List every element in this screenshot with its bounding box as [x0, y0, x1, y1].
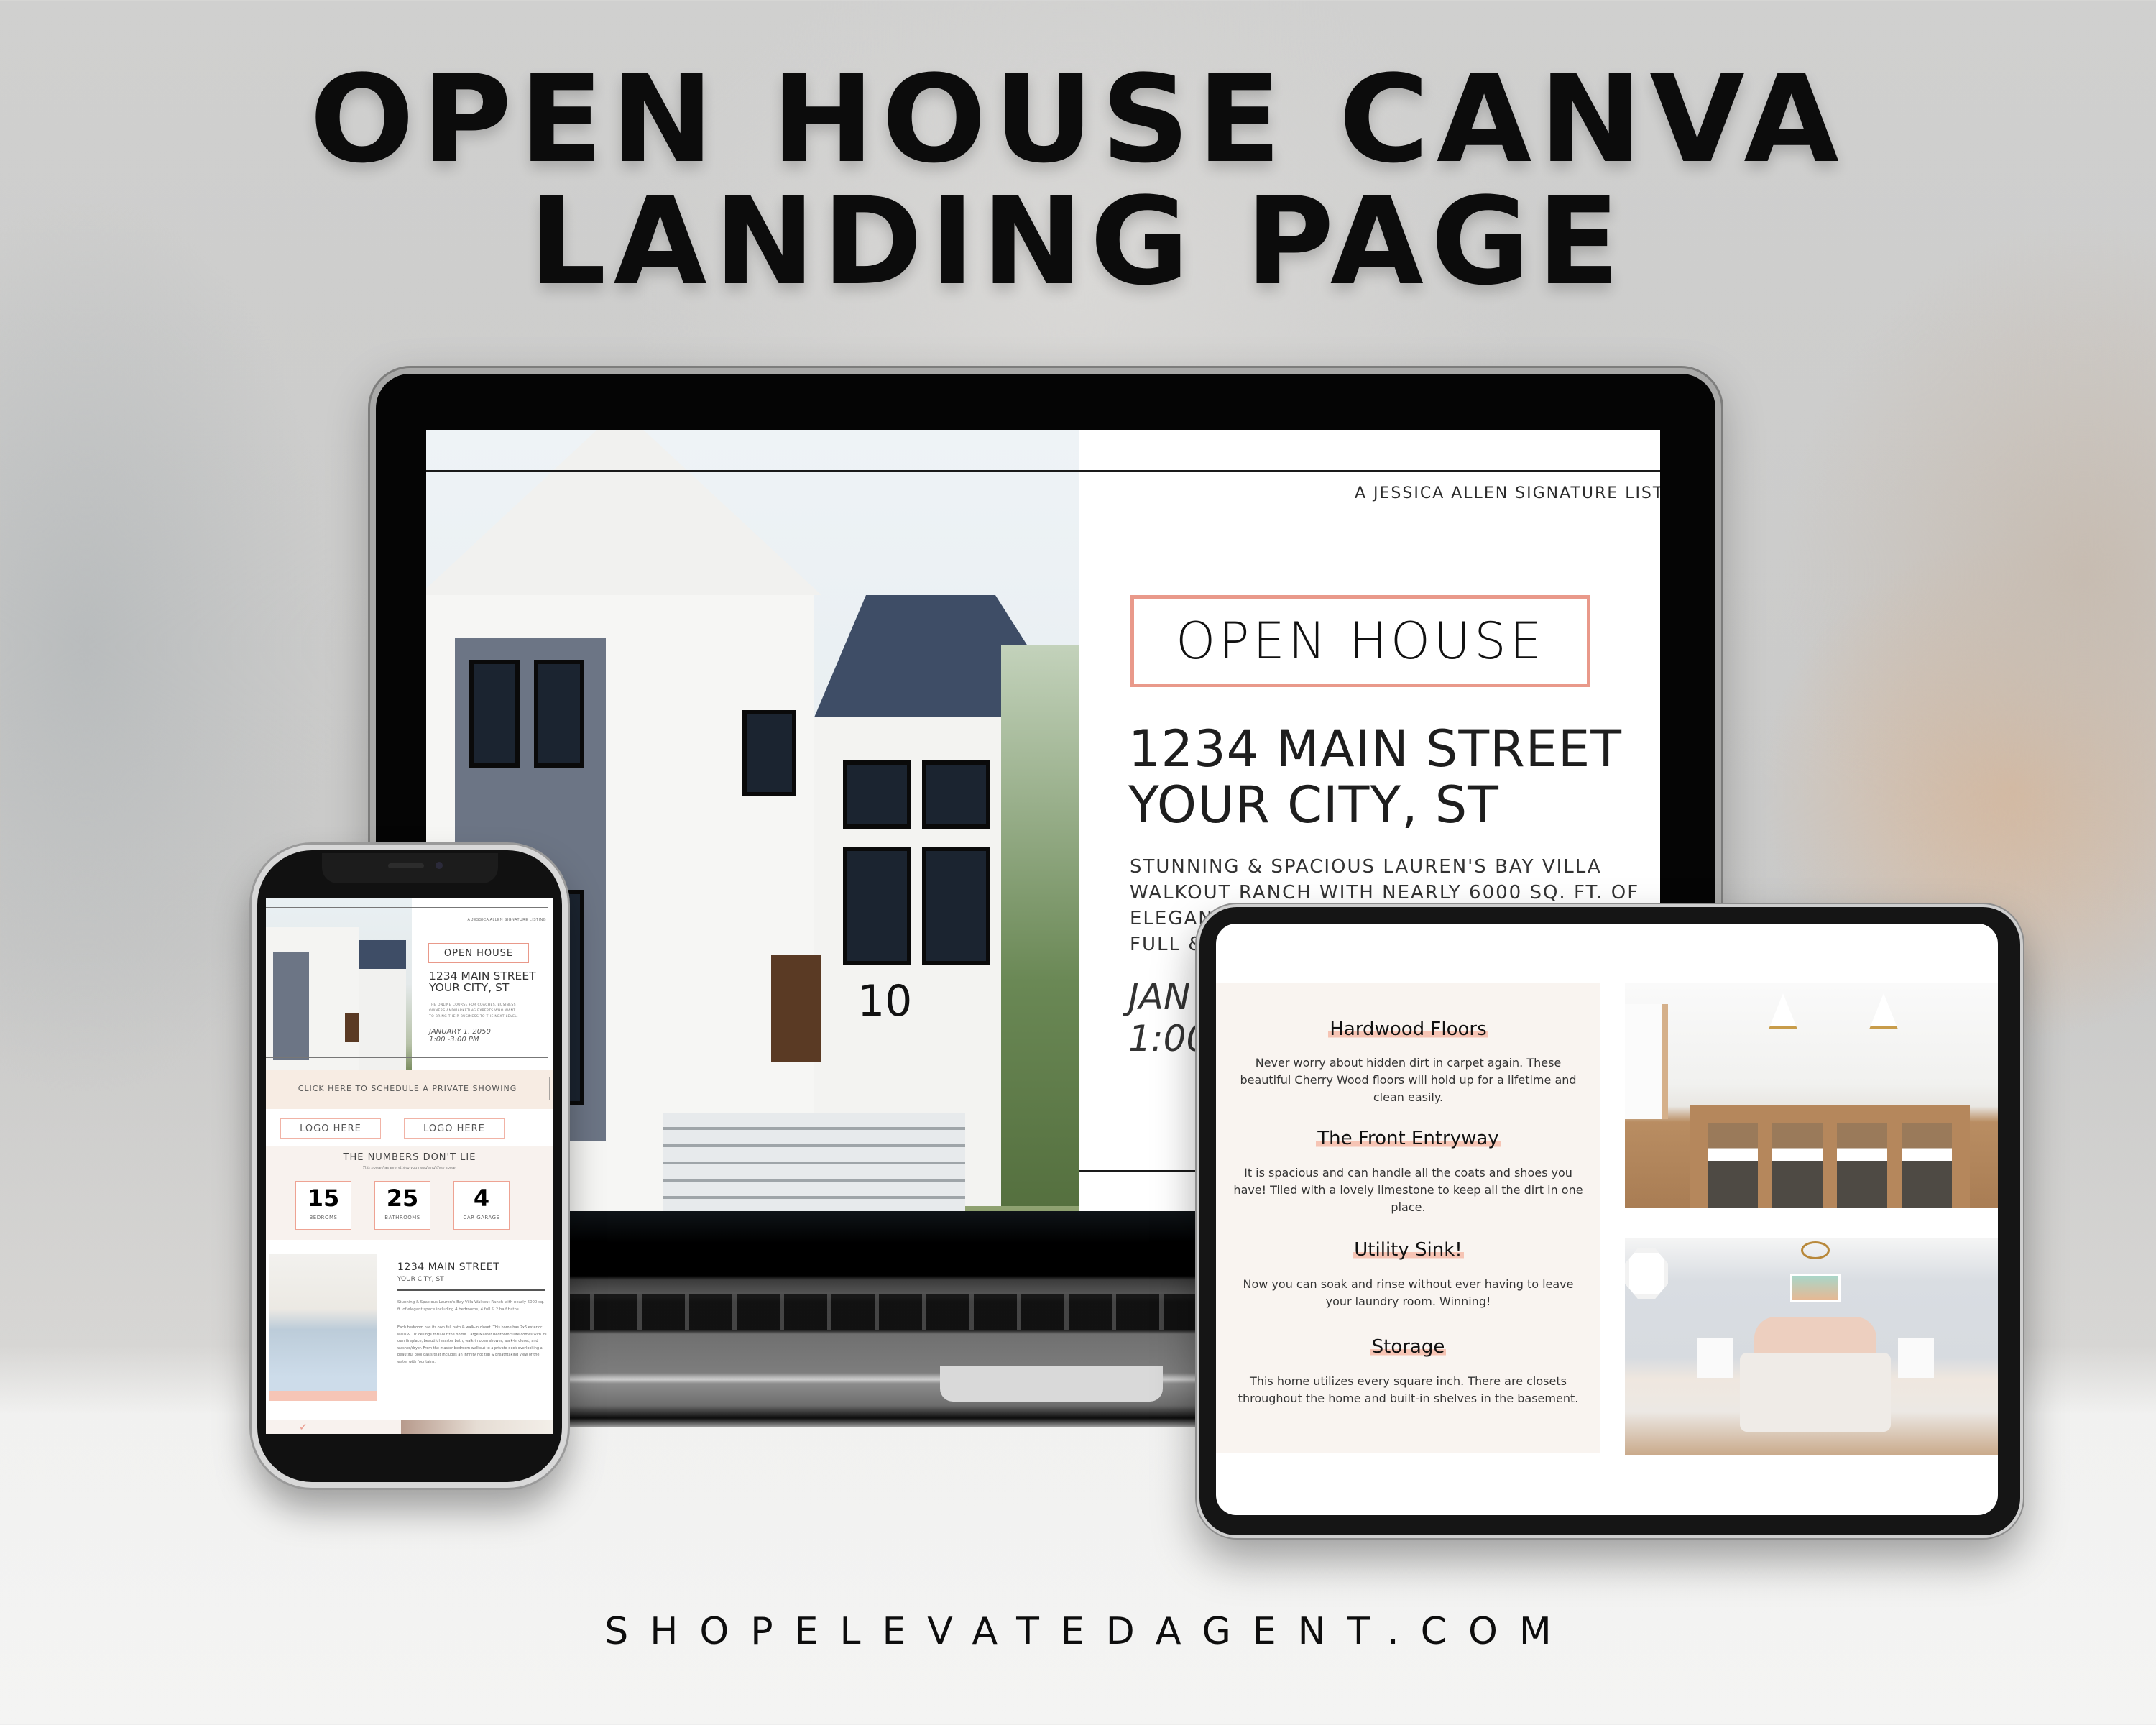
- house-window: [843, 847, 911, 965]
- house-stairs: [663, 1113, 965, 1211]
- address-line-1: 1234 MAIN STREET: [1128, 719, 1622, 778]
- numbers-subtitle: This home has everything you need and th…: [362, 1166, 457, 1170]
- top-rule: [426, 470, 1660, 472]
- kitchen-photo: [270, 1254, 377, 1391]
- camera-icon: [436, 862, 443, 869]
- date-line: JANUARY 1, 2050: [429, 1028, 491, 1036]
- open-house-label: OPEN HOUSE: [443, 947, 514, 959]
- interior-photo: [401, 1420, 553, 1434]
- lid-notch: [940, 1366, 1163, 1402]
- open-house-date: JANUARY 1, 2050 1:00 -3:00 PM: [429, 1028, 491, 1044]
- house-window: [922, 847, 990, 965]
- logo-label: LOGO HERE: [423, 1123, 485, 1134]
- features-panel: Hardwood Floors Never worry about hidden…: [1216, 983, 1600, 1453]
- tablet-screen: Hardwood Floors Never worry about hidden…: [1216, 924, 1998, 1515]
- description-line: OWNERS ANDMARKETING EXPERTS WHO WANT: [429, 1009, 516, 1013]
- wall-art: [1790, 1274, 1841, 1302]
- feature-body: Now you can soak and rinse without ever …: [1243, 1277, 1574, 1308]
- feature-paragraph: Stunning & Spacious Lauren's Bay Villa W…: [397, 1300, 545, 1312]
- signature-listing: A JESSICA ALLEN SIGNATURE LISTING: [467, 918, 546, 922]
- pantry-cabinet: [1625, 1004, 1668, 1119]
- description-line: TO BRING THEIR BUSINESS TO THE NEXT LEVE…: [429, 1015, 518, 1018]
- property-address: 1234 MAIN STREET YOUR CITY, ST: [429, 970, 536, 993]
- description-line: STUNNING & SPACIOUS LAUREN'S BAY VILLA: [1130, 856, 1602, 878]
- property-description: THE ONLINE COURSE FOR COACHES, BUSINESS …: [429, 1003, 518, 1020]
- stat-card: 25 BATHROOMS: [374, 1181, 430, 1230]
- next-section-preview: ✓: [266, 1420, 553, 1434]
- octagon-window: [1625, 1248, 1668, 1299]
- stat-label: BEDROMS: [309, 1215, 338, 1220]
- feature-divider: [397, 1289, 545, 1291]
- property-address: 1234 MAIN STREET YOUR CITY, ST: [1128, 721, 1622, 833]
- store-url[interactable]: SHOPELEVATEDAGENT.COM: [0, 1610, 2156, 1653]
- trees: [1001, 645, 1079, 1206]
- open-house-badge: OPEN HOUSE: [428, 943, 529, 963]
- bed: [1740, 1353, 1891, 1432]
- nightstand: [1898, 1338, 1934, 1378]
- feature-city: YOUR CITY, ST: [397, 1276, 444, 1283]
- signature-listing: A JESSICA ALLEN SIGNATURE LISTI: [1355, 484, 1660, 502]
- house-window: [469, 660, 520, 768]
- cta-section: CLICK HERE TO SCHEDULE A PRIVATE SHOWING: [266, 1070, 553, 1109]
- bedroom-photo: [1625, 1238, 1998, 1455]
- headline-line-2: LANDING PAGE: [529, 171, 1627, 312]
- house-number: 10: [857, 976, 913, 1026]
- feature-section: 1234 MAIN STREET YOUR CITY, ST Stunning …: [266, 1240, 553, 1420]
- house-window: [534, 660, 584, 768]
- house-window: [742, 710, 796, 796]
- phone-screen: A JESSICA ALLEN SIGNATURE LISTING OPEN H…: [266, 898, 553, 1434]
- phone-hero: A JESSICA ALLEN SIGNATURE LISTING OPEN H…: [266, 898, 553, 1070]
- bar-stool: [1837, 1123, 1887, 1208]
- phone-notch: [322, 853, 498, 883]
- feature-body: This home utilizes every square inch. Th…: [1238, 1374, 1579, 1405]
- feature-title: The Front Entryway: [1316, 1128, 1501, 1149]
- kitchen-photo: [1625, 983, 1998, 1208]
- logo-placeholder: LOGO HERE: [280, 1118, 381, 1138]
- stat-label: CAR GARAGE: [463, 1215, 500, 1220]
- stat-card: 15 BEDROMS: [295, 1181, 351, 1230]
- feature-body: Never worry about hidden dirt in carpet …: [1240, 1056, 1577, 1104]
- time-line: 1:00 -3:00 PM: [429, 1036, 479, 1044]
- numbers-title: THE NUMBERS DON'T LIE: [343, 1152, 476, 1163]
- description-line: THE ONLINE COURSE FOR COACHES, BUSINESS: [429, 1003, 516, 1007]
- address-line-1: 1234 MAIN STREET: [429, 970, 536, 983]
- feature-paragraph: Each bedroom has its own full bath & wal…: [397, 1325, 547, 1364]
- feature-title: Storage: [1370, 1336, 1447, 1358]
- feature-title: Hardwood Floors: [1328, 1018, 1488, 1040]
- stat-value: 15: [307, 1184, 340, 1212]
- nightstand: [1697, 1338, 1733, 1378]
- description-line: WALKOUT RANCH WITH NEARLY 6000 SQ. FT. O…: [1130, 882, 1640, 903]
- feature-title: Utility Sink!: [1353, 1239, 1464, 1261]
- numbers-section: THE NUMBERS DON'T LIE This home has ever…: [266, 1146, 553, 1240]
- feature-body: It is spacious and can handle all the co…: [1233, 1166, 1583, 1214]
- pendant-light: [1869, 993, 1898, 1029]
- feature-address: 1234 MAIN STREET: [397, 1261, 500, 1273]
- speaker-icon: [388, 863, 424, 868]
- logo-placeholder: LOGO HERE: [404, 1118, 505, 1138]
- stat-card: 4 CAR GARAGE: [453, 1181, 510, 1230]
- house-window: [922, 760, 990, 829]
- schedule-showing-button[interactable]: CLICK HERE TO SCHEDULE A PRIVATE SHOWING: [266, 1077, 550, 1100]
- bar-stool: [1772, 1123, 1823, 1208]
- stat-value: 4: [473, 1184, 490, 1212]
- house-door: [771, 954, 821, 1062]
- logo-label: LOGO HERE: [300, 1123, 361, 1134]
- house-gable: [426, 430, 821, 595]
- house-window: [843, 760, 911, 829]
- headline-line-1: OPEN HOUSE CANVA: [309, 49, 1847, 190]
- stat-value: 25: [386, 1184, 419, 1212]
- schedule-showing-label: CLICK HERE TO SCHEDULE A PRIVATE SHOWING: [298, 1084, 517, 1093]
- check-circle-icon: ✓: [299, 1421, 308, 1432]
- chandelier: [1801, 1241, 1830, 1259]
- bar-stool: [1902, 1123, 1952, 1208]
- address-line-2: YOUR CITY, ST: [1128, 776, 1499, 834]
- open-house-badge: OPEN HOUSE: [1130, 595, 1590, 687]
- stat-label: BATHROOMS: [384, 1215, 420, 1220]
- address-line-2: YOUR CITY, ST: [429, 981, 510, 994]
- pendant-light: [1769, 993, 1797, 1029]
- bar-stool: [1708, 1123, 1758, 1208]
- photo-accent-bar: [270, 1391, 377, 1401]
- open-house-label: OPEN HOUSE: [1176, 612, 1545, 671]
